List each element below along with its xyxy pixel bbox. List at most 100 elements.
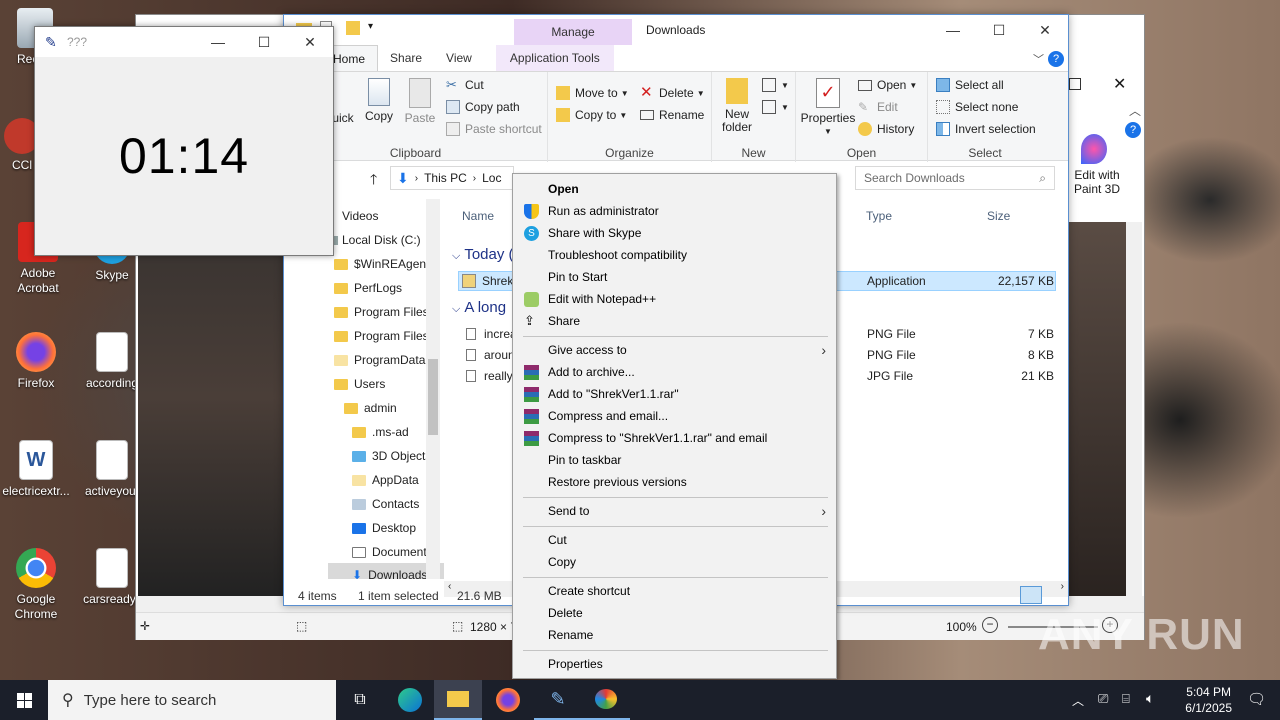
column-type[interactable]: Type <box>866 209 892 223</box>
move-to-button[interactable]: Move to ▼ <box>556 86 629 100</box>
explorer-titlebar[interactable]: ▾ Manage Downloads — ☐ ✕ <box>284 15 1068 45</box>
nav-item-3d-objects[interactable]: 3D Objects <box>352 449 431 463</box>
taskbar-feather-app[interactable]: ✎ <box>534 680 582 720</box>
menu-item-troubleshoot[interactable]: Troubleshoot compatibility <box>513 244 836 266</box>
details-view-icon[interactable] <box>1020 586 1042 604</box>
nav-item-local-disk[interactable]: Local Disk (C:) <box>328 233 421 247</box>
minimize-button[interactable]: — <box>930 15 976 45</box>
group-long-ago[interactable]: ⌵ A long <box>452 299 506 316</box>
chevron-up-icon[interactable]: ︿ <box>1072 692 1084 709</box>
invert-selection-button[interactable]: Invert selection <box>936 122 1036 136</box>
nav-item-documents[interactable]: Documents <box>352 545 433 559</box>
menu-item-cut[interactable]: Cut <box>513 529 836 551</box>
menu-item-pin-taskbar[interactable]: Pin to taskbar <box>513 449 836 471</box>
menu-item-open[interactable]: Open <box>513 178 836 200</box>
chevron-down-icon[interactable]: ﹀ <box>1033 51 1044 67</box>
scrollbar-thumb[interactable] <box>428 359 438 435</box>
tab-share[interactable]: Share <box>378 45 434 71</box>
notifications-icon[interactable]: 🗨︎ <box>1247 690 1266 708</box>
menu-item-edit-notepadpp[interactable]: Edit with Notepad++ <box>513 288 836 310</box>
taskbar-file-explorer[interactable] <box>434 680 482 720</box>
menu-item-send-to[interactable]: Send to › <box>513 500 836 522</box>
menu-item-pin-start[interactable]: Pin to Start <box>513 266 836 288</box>
menu-item-delete[interactable]: Delete <box>513 602 836 624</box>
large-icons-view-icon[interactable] <box>1044 586 1066 604</box>
qat-newfolder-icon[interactable] <box>346 21 360 35</box>
rename-button[interactable]: Rename <box>640 108 704 122</box>
breadcrumb-this-pc[interactable]: This PC <box>424 171 467 185</box>
taskbar-firefox[interactable] <box>484 680 532 720</box>
menu-item-compress-email[interactable]: Compress and email... <box>513 405 836 427</box>
task-view-button[interactable]: ⧉ <box>336 680 384 720</box>
nav-item-appdata[interactable]: AppData <box>352 473 419 487</box>
help-icon[interactable]: ? <box>1125 122 1141 138</box>
volume-icon[interactable]: 🔈︎ <box>1146 690 1154 707</box>
menu-item-share[interactable]: ⇪ Share <box>513 310 836 332</box>
tab-view[interactable]: View <box>434 45 484 71</box>
desktop-icon-chrome[interactable]: Google Chrome <box>0 548 72 622</box>
up-arrow-icon[interactable]: 🡑 <box>370 169 377 193</box>
menu-item-run-as-admin[interactable]: Run as administrator <box>513 200 836 222</box>
menu-item-restore-versions[interactable]: Restore previous versions <box>513 471 836 493</box>
search-input[interactable]: Search Downloads ⌕ <box>855 166 1055 190</box>
select-none-button[interactable]: Select none <box>936 100 1018 114</box>
wifi-icon[interactable]: ⌸ <box>1122 691 1130 707</box>
nav-item-desktop[interactable]: Desktop <box>352 521 416 535</box>
new-item-button[interactable]: ▼ <box>762 78 789 92</box>
paste-button[interactable]: Paste <box>402 78 438 125</box>
maximize-button[interactable]: ☐ <box>241 27 287 57</box>
menu-item-compress-to-rar-email[interactable]: Compress to "ShrekVer1.1.rar" and email <box>513 427 836 449</box>
nav-item-perflogs[interactable]: PerfLogs <box>334 281 402 295</box>
qat-dropdown-icon[interactable]: ▾ <box>368 21 373 32</box>
new-folder-button[interactable]: New folder <box>718 78 756 134</box>
breadcrumb-local[interactable]: Loc <box>482 171 501 185</box>
paint3d-icon[interactable] <box>1081 134 1107 164</box>
start-button[interactable] <box>0 680 48 720</box>
network-icon[interactable]: ⎚ <box>1098 691 1108 707</box>
navigation-scrollbar[interactable] <box>426 199 440 579</box>
file-name[interactable]: Shrek <box>462 274 513 288</box>
nav-item-contacts[interactable]: Contacts <box>352 497 419 511</box>
desktop-icon-electricextr[interactable]: W electricextr... <box>0 440 72 499</box>
edit-button[interactable]: ✎ Edit <box>858 100 898 114</box>
clock[interactable]: 5:04 PM 6/1/2025 <box>1185 684 1232 716</box>
paste-shortcut-button[interactable]: Paste shortcut <box>446 122 542 136</box>
nav-item-admin[interactable]: admin <box>344 401 397 415</box>
edit-with-paint3d-label[interactable]: Edit with Paint 3D <box>1069 168 1125 196</box>
taskbar-edge[interactable] <box>386 680 434 720</box>
taskbar-search-box[interactable]: ⚲ Type here to search <box>48 680 336 720</box>
menu-item-share-skype[interactable]: S Share with Skype <box>513 222 836 244</box>
address-bar[interactable]: ⬇ › This PC › Loc <box>390 166 514 190</box>
easy-access-button[interactable]: ▼ <box>762 100 789 114</box>
delete-button[interactable]: ✕ Delete ▼ <box>640 85 705 100</box>
help-icon[interactable]: ? <box>1048 51 1064 67</box>
tab-application-tools[interactable]: Application Tools <box>495 45 614 71</box>
table-row[interactable]: increa <box>466 327 517 341</box>
menu-item-properties[interactable]: Properties <box>513 653 836 675</box>
paint-vscroll[interactable] <box>1126 222 1142 596</box>
menu-item-add-to-rar[interactable]: Add to "ShrekVer1.1.rar" <box>513 383 836 405</box>
table-row[interactable]: reallyc <box>466 369 519 383</box>
chevron-up-icon[interactable]: ︿ <box>1129 102 1141 119</box>
close-button[interactable]: ✕ <box>287 27 333 57</box>
menu-item-add-archive[interactable]: Add to archive... <box>513 361 836 383</box>
group-today[interactable]: ⌵ Today ( <box>452 246 514 263</box>
column-size[interactable]: Size <box>987 209 1010 223</box>
paint-maximize-button[interactable] <box>1069 78 1081 90</box>
nav-item-winreagent[interactable]: $WinREAgent <box>334 257 429 271</box>
menu-item-give-access[interactable]: Give access to › <box>513 339 836 361</box>
menu-item-create-shortcut[interactable]: Create shortcut <box>513 580 836 602</box>
cut-button[interactable]: ✂ Cut <box>446 78 484 93</box>
close-button[interactable]: ✕ <box>1022 15 1068 45</box>
nav-item-program-files[interactable]: Program Files <box>334 305 429 319</box>
nav-item-videos[interactable]: Videos <box>328 209 378 223</box>
history-button[interactable]: History <box>858 122 914 136</box>
nav-item-program-files-x86[interactable]: Program Files <box>334 329 429 343</box>
select-all-button[interactable]: Select all <box>936 78 1004 92</box>
column-name[interactable]: Name <box>462 209 494 223</box>
zoom-out-button[interactable]: − <box>982 617 998 633</box>
nav-item-ms-ad[interactable]: .ms-ad <box>352 425 409 439</box>
copy-path-button[interactable]: Copy path <box>446 100 520 114</box>
table-row[interactable]: aroun <box>466 348 515 362</box>
menu-item-copy[interactable]: Copy <box>513 551 836 573</box>
